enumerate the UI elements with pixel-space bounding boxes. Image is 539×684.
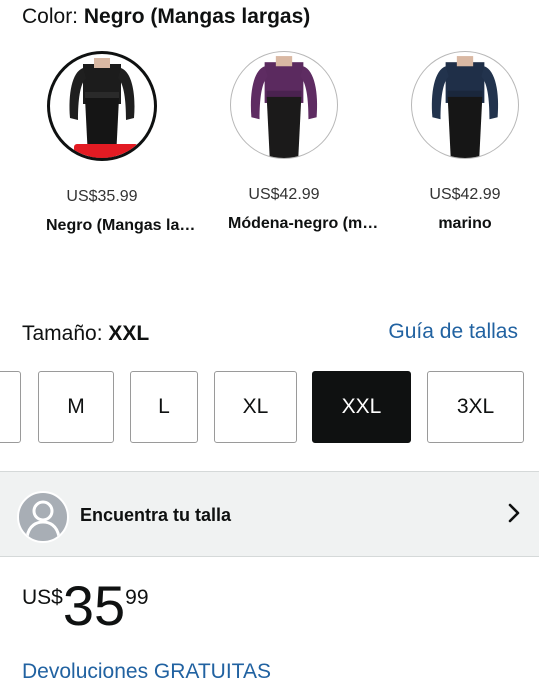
swatch-name: Módena-negro (m…: [228, 215, 379, 232]
sale-badge: [74, 144, 138, 158]
chevron-right-icon: [508, 503, 520, 523]
color-header: Color: Negro (Mangas largas): [22, 5, 310, 29]
size-selected-value: XXL: [108, 322, 150, 345]
size-button-3xl[interactable]: 3XL: [427, 371, 524, 443]
color-selected-value: Negro (Mangas largas): [83, 5, 311, 28]
swatch-price: US$42.99: [248, 186, 320, 203]
swatch-name: marino: [438, 215, 492, 232]
color-label: Color:: [22, 5, 79, 28]
dress-image-icon: [431, 56, 499, 158]
swatch-price: US$35.99: [66, 188, 138, 205]
size-label: Tamaño:: [22, 322, 103, 345]
swatch-price: US$42.99: [429, 186, 501, 203]
size-button-m[interactable]: M: [38, 371, 114, 443]
swatch-image: [230, 51, 338, 159]
size-button-xl[interactable]: XL: [214, 371, 297, 443]
free-returns-link[interactable]: Devoluciones GRATUITAS: [22, 660, 271, 684]
swatch-image: [47, 51, 157, 161]
user-avatar-icon: [17, 491, 69, 543]
find-size-label: Encuentra tu talla: [80, 505, 232, 525]
size-button-partial[interactable]: [0, 371, 21, 443]
size-button-xxl[interactable]: XXL: [312, 371, 411, 443]
price-whole: 35: [62, 574, 126, 637]
color-swatch-negro[interactable]: US$35.99 Negro (Mangas la…: [46, 51, 196, 235]
size-button-l[interactable]: L: [130, 371, 198, 443]
color-swatch-modena[interactable]: US$42.99 Módena-negro (m…: [228, 51, 379, 233]
swatch-image: [411, 51, 519, 159]
color-swatch-marino[interactable]: US$42.99 marino: [409, 51, 521, 233]
size-header: Tamaño: XXL: [22, 322, 149, 346]
product-price: US$3599: [22, 578, 149, 634]
find-your-size-bar[interactable]: Encuentra tu talla: [0, 471, 539, 557]
price-currency: US$: [22, 586, 63, 609]
dress-image-icon: [250, 56, 318, 158]
price-fraction: 99: [125, 586, 149, 609]
swatch-name: Negro (Mangas la…: [46, 217, 196, 234]
size-guide-link[interactable]: Guía de tallas: [388, 320, 518, 344]
dress-image-icon: [69, 58, 135, 158]
